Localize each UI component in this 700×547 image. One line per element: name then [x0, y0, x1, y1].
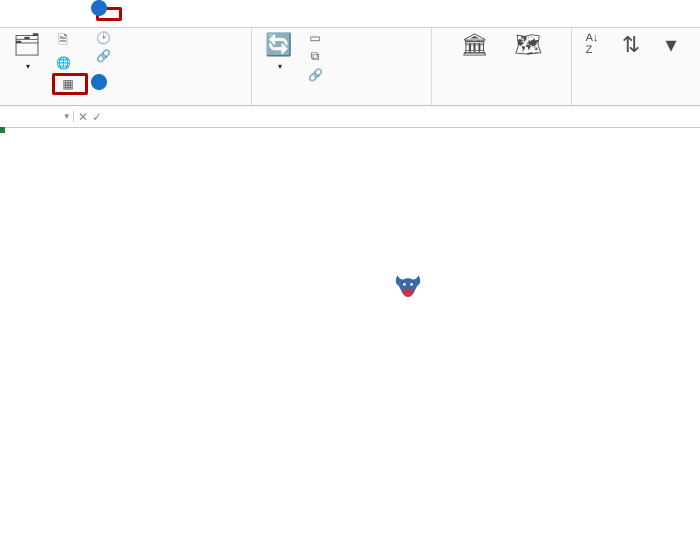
tab-wps-pdf[interactable] — [222, 10, 242, 18]
group-label-sort-filter — [578, 102, 686, 105]
sort-icon: ⇅ — [622, 32, 640, 58]
group-get-transform: 🗂 🗎 🌐 ▦ — [0, 28, 252, 105]
from-table-range-highlight: ▦ — [52, 73, 88, 95]
edit-links-button: 🔗 — [304, 67, 330, 83]
sort-button[interactable]: ⇅ — [612, 30, 650, 62]
stocks-button[interactable]: 🏛 — [454, 30, 496, 62]
tab-help[interactable] — [182, 10, 202, 18]
properties-icon: ⧉ — [308, 49, 322, 64]
edit-links-icon: 🔗 — [308, 68, 322, 82]
tab-insert[interactable] — [44, 10, 64, 18]
dropdown-caret-icon — [276, 60, 282, 72]
tab-view[interactable] — [142, 10, 162, 18]
from-web-button[interactable]: 🌐 — [52, 55, 88, 71]
watermark — [390, 270, 432, 306]
dropdown-caret-icon — [24, 60, 30, 72]
selection-outline — [0, 128, 4, 132]
table-range-icon: ▦ — [61, 77, 75, 91]
callout-2 — [91, 74, 107, 90]
tab-developer[interactable] — [162, 10, 182, 18]
queries-connections-button[interactable]: ▭ — [304, 30, 330, 46]
connections-icon: 🔗 — [96, 49, 110, 63]
formula-input[interactable] — [114, 110, 700, 124]
from-table-range-button[interactable]: ▦ — [57, 76, 83, 92]
ribbon: 🗂 🗎 🌐 ▦ — [0, 28, 700, 106]
ribbon-tabs — [0, 0, 700, 28]
cancel-formula-icon[interactable]: ✕ — [78, 110, 88, 124]
tab-file[interactable] — [4, 10, 24, 18]
from-text-csv-button[interactable]: 🗎 — [52, 30, 88, 53]
callout-1 — [91, 0, 107, 16]
recent-icon: 🕑 — [96, 31, 110, 45]
group-sort-filter: A↓Z ⇅ ▾ — [572, 28, 692, 105]
group-label-get-transform — [6, 102, 245, 105]
text-csv-icon: 🗎 — [56, 31, 70, 52]
group-label-data-types — [438, 102, 565, 105]
tab-abbyy[interactable] — [202, 10, 222, 18]
group-data-types: 🏛 🗺 — [432, 28, 572, 105]
get-data-icon: 🗂 — [13, 32, 41, 58]
name-box[interactable]: ▾ — [0, 111, 74, 122]
tab-page-layout[interactable] — [64, 10, 84, 18]
geography-button[interactable]: 🗺 — [508, 30, 550, 62]
refresh-all-button[interactable]: 🔄 — [258, 30, 300, 74]
accept-formula-icon[interactable]: ✓ — [92, 110, 102, 124]
group-label-queries — [258, 102, 425, 105]
tab-home[interactable] — [24, 10, 44, 18]
recent-sources-button[interactable]: 🕑 — [92, 30, 118, 46]
name-box-dropdown-icon[interactable]: ▾ — [64, 111, 69, 122]
formula-bar: ▾ ✕ ✓ — [0, 106, 700, 128]
filter-button[interactable]: ▾ — [656, 30, 686, 62]
filter-icon: ▾ — [665, 32, 676, 58]
existing-connections-button[interactable]: 🔗 — [92, 48, 118, 64]
tab-data[interactable] — [96, 7, 122, 21]
queries-icon: ▭ — [308, 31, 322, 45]
sort-az-button[interactable]: A↓Z — [578, 30, 606, 58]
properties-button: ⧉ — [304, 48, 330, 65]
geography-icon: 🗺 — [515, 32, 543, 58]
web-icon: 🌐 — [56, 56, 70, 70]
stocks-icon: 🏛 — [461, 32, 489, 58]
refresh-icon: 🔄 — [265, 32, 292, 58]
group-queries: 🔄 ▭ ⧉ 🔗 — [252, 28, 432, 105]
sort-az-icon: A↓Z — [586, 32, 599, 56]
get-data-button[interactable]: 🗂 — [6, 30, 48, 74]
tab-review[interactable] — [122, 10, 142, 18]
bull-logo-icon — [390, 270, 426, 306]
